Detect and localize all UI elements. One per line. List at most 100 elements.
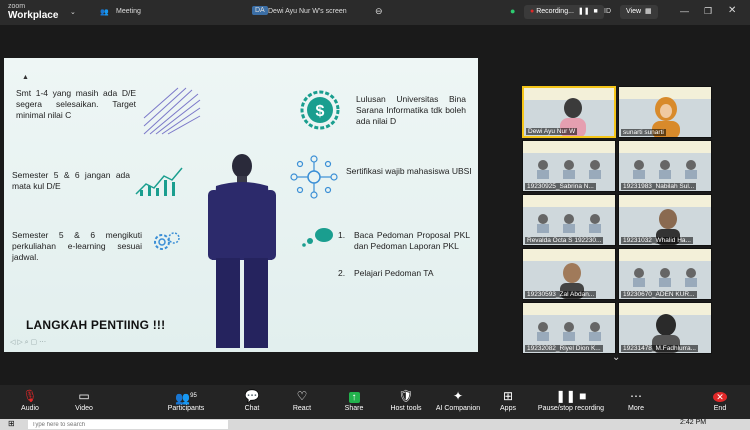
gallery-next-icon[interactable]: ⌄	[612, 352, 620, 363]
heart-icon: ♡	[296, 389, 308, 403]
participant-tile[interactable]: 19231478_M.Fadhlurra...	[618, 302, 712, 354]
avatar	[633, 160, 697, 179]
participant-name: sunarti sunarti	[621, 129, 666, 136]
gears-icon	[154, 232, 180, 250]
more-icon: ⋯	[630, 389, 642, 403]
participant-tile[interactable]: Dewi Ayu Nur W	[522, 86, 616, 138]
taskbar-search-input[interactable]	[28, 420, 228, 429]
slide-list-item-2: Pelajari Pedoman TA	[354, 268, 434, 278]
share-icon: ↑	[324, 389, 384, 403]
participants-icon: 👥	[175, 391, 191, 405]
meeting-icon: 👥	[100, 9, 109, 16]
businessman-figure	[208, 154, 276, 348]
apps-button[interactable]: ⊞ Apps	[478, 385, 538, 419]
title-bar: zoom Workplace ⌄ 👥 Meeting DA Dewi Ayu N…	[0, 0, 750, 25]
shared-slide: ▲ Smt 1-4 yang masih ada D/E segera sele…	[4, 58, 478, 352]
arrows-icon	[143, 87, 201, 135]
meeting-label[interactable]: Meeting	[116, 8, 141, 15]
share-button[interactable]: ↑ Share	[324, 385, 384, 419]
participant-tile[interactable]: sunarti sunarti	[618, 86, 712, 138]
participants-icon-wrap: 👥95	[156, 389, 216, 405]
brand-bottom: Workplace	[8, 10, 59, 21]
stop-icon[interactable]: ■	[592, 8, 597, 15]
apps-label: Apps	[500, 405, 516, 412]
participant-name: 19232082_Riyel Dion K...	[525, 345, 603, 352]
camera-icon: ▭	[78, 389, 90, 403]
slide-text-mr: Sertifikasi wajib mahasiswa UBSI	[346, 166, 472, 176]
mic-muted-icon: 🎙	[22, 389, 38, 403]
participant-tile[interactable]: 19230670_ADEN KUR...	[618, 248, 712, 300]
audio-button[interactable]: 🎙 Audio	[0, 385, 60, 419]
tile-header	[523, 195, 615, 207]
participant-tile[interactable]: 19231032_Whalid Ha...	[618, 194, 712, 246]
apps-icon: ⊞	[502, 389, 514, 403]
host-tools-button[interactable]: 🛡 Host tools	[376, 385, 436, 419]
view-button[interactable]: View ▦	[620, 5, 658, 19]
grid-icon: ▦	[643, 8, 652, 15]
windows-icon[interactable]: ⊞	[8, 419, 15, 428]
participants-button[interactable]: 👥95 Participants	[156, 385, 216, 419]
participant-tile[interactable]: 19230593_Zal Abdan...	[522, 248, 616, 300]
clock: 2:42 PM	[680, 419, 707, 426]
chat-bubbles-icon	[302, 228, 333, 247]
recording-indicator[interactable]: ● Recording... ❚❚ ■	[524, 5, 604, 19]
participant-name: 19230670_ADEN KUR...	[621, 291, 697, 298]
participant-name: 19231032_Whalid Ha...	[621, 237, 693, 244]
chevron-down-icon[interactable]: ⌄	[70, 8, 76, 16]
end-label: End	[713, 405, 727, 412]
avatar	[537, 322, 601, 341]
tile-header	[523, 141, 615, 153]
more-button[interactable]: ⋯ More	[606, 385, 666, 419]
record-dot-icon: ●	[530, 8, 535, 15]
options-icon[interactable]: ⊖	[375, 6, 383, 17]
slide-text-tl: Smt 1-4 yang masih ada D/E segera selesa…	[16, 88, 136, 120]
more-label: More	[628, 405, 644, 412]
participant-name: 19231478_M.Fadhlurra...	[621, 345, 698, 352]
tile-header	[523, 249, 615, 261]
cursor-icon: ▲	[22, 74, 29, 81]
shield-icon: 🛡	[398, 389, 414, 403]
participant-tile[interactable]: 19230925_Sabrina N...	[522, 140, 616, 192]
participant-tile[interactable]: 19232082_Riyel Dion K...	[522, 302, 616, 354]
avatar	[537, 160, 601, 179]
screen-label[interactable]: Dewi Ayu Nur W's screen	[268, 8, 347, 15]
recording-label: Recording...	[536, 8, 574, 15]
participant-gallery: Dewi Ayu Nur W sunarti sunarti 19230925_…	[522, 86, 712, 354]
share-label: Share	[344, 405, 364, 412]
video-button[interactable]: ▭ Video	[54, 385, 114, 419]
avatar	[537, 214, 601, 233]
screen-badge: DA	[252, 6, 268, 15]
network-icon	[290, 155, 338, 199]
slide-text-ml: Semester 5 & 6 jangan ada mata kul D/E	[12, 170, 130, 191]
chart-growth-icon	[135, 167, 183, 196]
close-icon[interactable]: ✕	[728, 5, 736, 16]
id-label[interactable]: ID	[604, 8, 611, 15]
meeting-toolbar: 🎙 Audio ▭ Video 👥95 Participants 💬 Chat …	[0, 385, 750, 419]
tile-header	[523, 303, 615, 315]
tile-header	[619, 249, 711, 261]
react-label: React	[292, 405, 312, 412]
slide-list-item-1: Baca Pedoman Proposal PKL dan Pedoman La…	[354, 230, 470, 251]
os-taskbar: ⊞ 2:42 PM	[0, 419, 750, 430]
participant-tile[interactable]: Revalda Octa S 192230...	[522, 194, 616, 246]
end-icon: ✕	[690, 389, 750, 403]
list-number-2: 2.	[338, 268, 346, 278]
end-button[interactable]: ✕ End	[690, 385, 750, 419]
pause-recording-label: Pause/stop recording	[537, 405, 605, 412]
react-button[interactable]: ♡ React	[272, 385, 332, 419]
slide-text-bl: Semester 5 & 6 mengikuti perkuliahan e-l…	[12, 230, 142, 262]
slide-text-tr: Lulusan Universitas Bina Sarana Informat…	[356, 94, 466, 126]
pause-icon[interactable]: ❚❚	[576, 8, 590, 15]
participant-name: 19230593_Zal Abdan...	[525, 291, 597, 298]
participant-name: 19230925_Sabrina N...	[525, 183, 596, 190]
participant-tile[interactable]: 19231983_Nabilah Sul...	[618, 140, 712, 192]
minimize-icon[interactable]: —	[680, 6, 689, 16]
pause-recording-button[interactable]: ❚❚ ■ Pause/stop recording	[530, 385, 612, 419]
participant-name: Revalda Octa S 192230...	[525, 237, 604, 244]
video-label: Video	[75, 405, 93, 412]
zoom-brand: zoom Workplace	[8, 2, 59, 21]
money-gear-icon: $	[300, 90, 340, 130]
avatar	[633, 268, 697, 287]
slide-controls-icon[interactable]: ◁ ▷ ⌕ ▢ ⋯	[10, 338, 46, 347]
maximize-icon[interactable]: ❐	[704, 6, 712, 17]
